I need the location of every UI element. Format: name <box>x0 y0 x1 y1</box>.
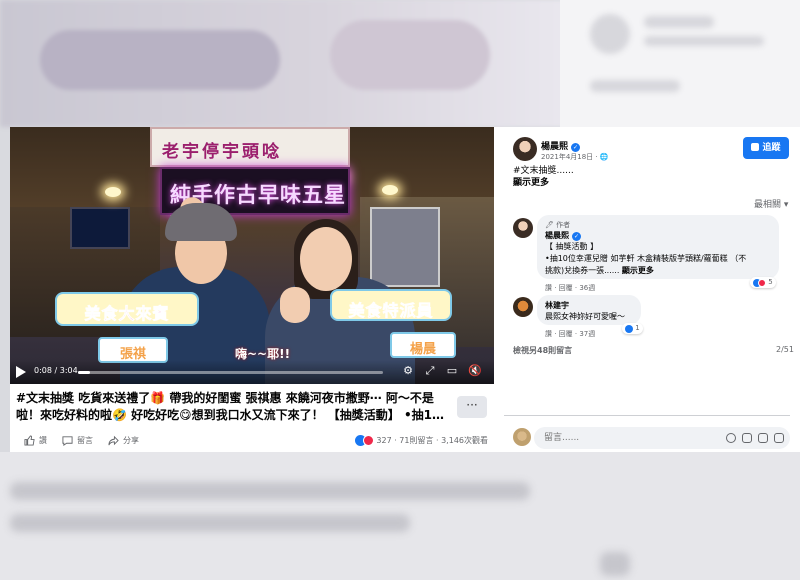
comment-text: 挑款)兌換券一張...... 顯示更多 <box>545 265 771 277</box>
video-shop-sign: 老宇停宇頭唸 <box>150 127 350 167</box>
globe-icon: 🌐 <box>599 153 609 161</box>
comment-text: 【 抽獎活動 】 <box>545 242 599 251</box>
blurred-backdrop-bottom <box>0 452 800 580</box>
author-tag: 🖊 作者 <box>545 221 571 229</box>
post-action-row: 讚 留言 分享 327 · 71則留言 · 3,146次觀看 <box>10 432 494 452</box>
verified-badge-icon: ✓ <box>572 232 581 241</box>
comment-sort-dropdown[interactable]: 最相關 ▾ <box>754 197 788 210</box>
comment-reaction-count: 1 <box>635 324 640 332</box>
share-button[interactable]: 分享 <box>108 435 139 446</box>
comment-side-panel: 楊晨熙 ✓ 2021年4月18日 · 🌐 追蹤 #文末抽獎...... 顯示更多 … <box>494 127 800 452</box>
person-right-head <box>300 227 352 291</box>
post-stats[interactable]: 327 · 71則留言 · 3,146次觀看 <box>354 435 488 446</box>
caption-reporter-text: 美食特派員 <box>348 301 434 321</box>
video-caption-guest: 美食大來賓 <box>55 292 199 326</box>
comment-bubble: 🖊 作者 楊晨熙 ✓ 【 抽獎活動 】 •抽10位幸運兒贈 如芋軒 木盒精裝版芋頭… <box>537 215 779 279</box>
post-body: #文末抽獎 吃貨來送禮了🎁 帶我的好閨蜜 張祺惠 來饒河夜市撒野⋯ 阿～不是啦！… <box>10 384 494 452</box>
comment-label: 留言 <box>77 436 93 445</box>
video-name-tag-right: 楊晨 <box>390 332 456 358</box>
follow-button[interactable]: 追蹤 <box>743 137 789 159</box>
page-avatar[interactable] <box>513 137 537 161</box>
name-right-text: 楊晨 <box>409 342 436 357</box>
fullscreen-icon[interactable]: ⤢ <box>424 365 436 377</box>
like-button[interactable]: 讚 <box>24 435 47 446</box>
video-caption-reporter: 美食特派員 <box>330 289 452 321</box>
video-time: 0:08 / 3:04 <box>34 366 78 375</box>
comment-author-text: 楊晨熙 <box>545 231 569 240</box>
gif-icon[interactable] <box>758 433 768 443</box>
settings-icon[interactable]: ⚙ <box>402 365 414 377</box>
comment-icon <box>62 436 73 446</box>
comment-text: 晨熙女神妳好可愛喔～ <box>545 312 625 321</box>
video-tv-screen <box>70 207 130 249</box>
camera-icon[interactable] <box>742 433 752 443</box>
caption-guest-text: 美食大來賓 <box>84 304 170 324</box>
blurred-text <box>590 80 680 92</box>
comment-text-line: 挑款)兌換券一張...... <box>545 266 622 275</box>
share-label: 分享 <box>123 436 139 445</box>
comment-author[interactable]: 林建宇 <box>545 300 633 311</box>
blurred-avatar <box>600 552 630 576</box>
comment-avatar[interactable] <box>513 218 533 238</box>
blurred-shape <box>40 30 280 90</box>
love-reaction-icon <box>362 435 374 446</box>
pip-icon[interactable]: ▭ <box>446 365 458 377</box>
page-name[interactable]: 楊晨熙 ✓ <box>541 139 581 152</box>
follow-label: 追蹤 <box>762 143 781 153</box>
comment-author[interactable]: 楊晨熙 ✓ <box>545 230 771 241</box>
user-avatar[interactable] <box>513 428 531 446</box>
blurred-text <box>10 514 410 532</box>
love-reaction-icon <box>758 279 766 287</box>
lamp-light <box>105 187 121 197</box>
share-icon <box>108 435 119 446</box>
lamp-light <box>382 185 398 195</box>
comment-reactions[interactable]: 5 <box>750 277 776 288</box>
post-viewer-card: 老宇停宇頭唸 純手作古早味五星蔥 美食大來賓 美食特派員 張祺 楊晨 嗨~~耶!… <box>10 127 800 452</box>
comment-bubble: 林建宇 晨熙女神妳好可愛喔～ <box>537 295 641 325</box>
blurred-avatar <box>590 14 630 54</box>
comment-meta[interactable]: 讚 · 回覆 · 36週 <box>545 283 595 293</box>
person-right-hand <box>280 287 310 323</box>
like-reaction-icon <box>625 325 633 333</box>
shop-sign-text: 老宇停宇頭唸 <box>162 142 282 162</box>
video-player[interactable]: 老宇停宇頭唸 純手作古早味五星蔥 美食大來賓 美食特派員 張祺 楊晨 嗨~~耶!… <box>10 127 494 384</box>
comment-see-more-link[interactable]: 顯示更多 <box>622 266 654 275</box>
see-more-link[interactable]: 顯示更多 <box>513 177 574 189</box>
post-message: #文末抽獎 吃貨來送禮了🎁 帶我的好閨蜜 張祺惠 來饒河夜市撒野⋯ 阿～不是啦！… <box>16 391 445 422</box>
blurred-text <box>644 16 714 28</box>
post-date-text: 2021年4月18日 · <box>541 153 600 161</box>
verified-badge-icon: ✓ <box>571 143 581 152</box>
comment-avatar[interactable] <box>513 297 533 317</box>
side-caption: #文末抽獎...... 顯示更多 <box>513 165 574 189</box>
side-caption-text: #文末抽獎...... <box>513 166 574 176</box>
video-booth <box>370 207 440 287</box>
play-icon[interactable] <box>16 366 26 378</box>
follow-icon <box>751 143 760 151</box>
thumbs-up-icon <box>24 435 35 446</box>
video-controls: 0:08 / 3:04 ⚙ ⤢ ▭ 🔇 <box>10 360 494 384</box>
view-more-comments-link[interactable]: 檢視另48則留言 <box>513 345 572 356</box>
sticker-icon[interactable] <box>774 433 784 443</box>
comment-reactions[interactable]: 1 <box>622 323 643 334</box>
post-date[interactable]: 2021年4月18日 · 🌐 <box>541 152 609 162</box>
divider <box>504 415 790 416</box>
page-name-text: 楊晨熙 <box>541 142 569 152</box>
blurred-shape <box>330 20 490 90</box>
blurred-backdrop-side <box>560 0 800 127</box>
mute-icon[interactable]: 🔇 <box>468 365 482 377</box>
video-progress-fill <box>78 371 91 374</box>
blurred-text <box>10 482 530 500</box>
comment-meta[interactable]: 讚 · 回覆 · 37週 <box>545 329 595 339</box>
video-scrubber[interactable] <box>78 371 383 374</box>
blurred-text <box>644 36 764 46</box>
comment-button[interactable]: 留言 <box>62 435 93 446</box>
more-options-button[interactable]: ··· <box>457 396 487 418</box>
comment-reaction-count: 5 <box>768 278 773 286</box>
like-label: 讚 <box>39 436 47 445</box>
post-stats-text: 327 · 71則留言 · 3,146次觀看 <box>376 436 488 445</box>
comment-counter: 2/51 <box>776 345 794 354</box>
comment-text: •抽10位幸運兒贈 如芋軒 木盒精裝版芋頭糕/蘿蔔糕 （不 <box>545 254 747 263</box>
emoji-icon[interactable] <box>726 433 736 443</box>
